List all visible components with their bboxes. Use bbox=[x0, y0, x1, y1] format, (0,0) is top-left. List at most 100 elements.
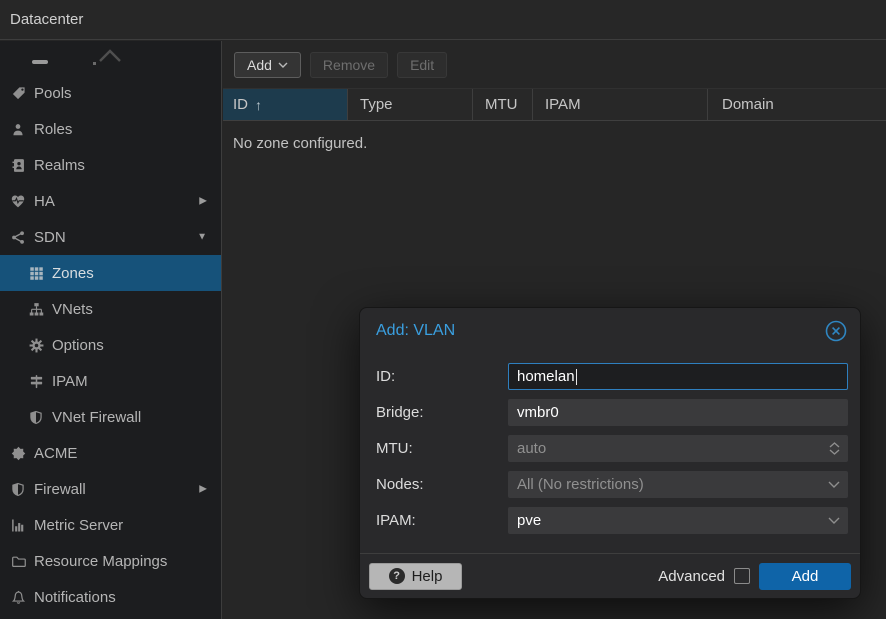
sidebar-item-label: VNets bbox=[52, 301, 93, 318]
question-circle-icon: ? bbox=[389, 568, 405, 584]
sidebar-item-resource-mappings[interactable]: Resource Mappings bbox=[0, 543, 221, 579]
field-row-nodes: Nodes: All (No restrictions) bbox=[376, 471, 848, 498]
page-title: Datacenter bbox=[10, 11, 83, 28]
dialog-header[interactable]: Add: VLAN bbox=[360, 308, 860, 354]
signs-icon bbox=[28, 373, 44, 389]
chevron-down-icon[interactable] bbox=[828, 472, 840, 497]
advanced-label: Advanced bbox=[658, 568, 725, 585]
footer-actions: Advanced Add bbox=[658, 563, 851, 590]
nodes-dropdown[interactable]: All (No restrictions) bbox=[508, 471, 848, 498]
top-bar: Datacenter bbox=[0, 0, 886, 40]
proxmox-datacenter-screen: Datacenter Pools Roles Realms bbox=[0, 0, 886, 619]
mtu-placeholder: auto bbox=[517, 440, 546, 457]
column-header-id[interactable]: ID ↑ bbox=[223, 89, 348, 120]
mtu-label: MTU: bbox=[376, 440, 508, 457]
remove-button-label: Remove bbox=[323, 57, 375, 73]
help-button-label: Help bbox=[412, 568, 443, 585]
column-header-mtu[interactable]: MTU bbox=[473, 89, 533, 120]
sidebar-item-partial[interactable] bbox=[0, 41, 221, 75]
sidebar-item-vnets[interactable]: VNets bbox=[0, 291, 221, 327]
zones-toolbar: Add Remove Edit bbox=[223, 41, 886, 88]
expand-right-icon[interactable]: ▶ bbox=[199, 484, 207, 495]
add-button-label: Add bbox=[247, 57, 272, 73]
column-label: Domain bbox=[722, 96, 774, 113]
sidebar-item-ha[interactable]: HA ▶ bbox=[0, 183, 221, 219]
sidebar-item-label: Realms bbox=[34, 157, 85, 174]
sidebar-item-label: Metric Server bbox=[34, 517, 123, 534]
sidebar-item-label: Firewall bbox=[34, 481, 86, 498]
bridge-input-value: vmbr0 bbox=[517, 404, 559, 421]
tag-icon bbox=[10, 85, 26, 101]
heartbeat-icon bbox=[10, 193, 26, 209]
sidebar-item-label: VNet Firewall bbox=[52, 409, 141, 426]
dialog-add-button[interactable]: Add bbox=[759, 563, 851, 590]
column-header-type[interactable]: Type bbox=[348, 89, 473, 120]
sidebar-item-sdn[interactable]: SDN ▼ bbox=[0, 219, 221, 255]
sidebar-item-label: ACME bbox=[34, 445, 77, 462]
sidebar-item-acme[interactable]: ACME bbox=[0, 435, 221, 471]
ipam-label: IPAM: bbox=[376, 512, 508, 529]
close-icon[interactable] bbox=[824, 319, 848, 343]
grid-table-icon bbox=[28, 265, 44, 281]
dialog-footer: ? Help Advanced Add bbox=[360, 553, 860, 598]
sidebar-item-label: Notifications bbox=[34, 589, 116, 606]
add-button[interactable]: Add bbox=[234, 52, 301, 78]
sidebar-item-notifications[interactable]: Notifications bbox=[0, 579, 221, 615]
field-row-ipam: IPAM: pve bbox=[376, 507, 848, 534]
bell-icon bbox=[10, 589, 26, 605]
sidebar-item-label: SDN bbox=[34, 229, 66, 246]
chevron-down-icon[interactable] bbox=[828, 508, 840, 533]
dot-icon bbox=[93, 62, 96, 65]
column-label: ID bbox=[233, 96, 248, 113]
sidebar-item-label: Pools bbox=[34, 85, 72, 102]
edit-button[interactable]: Edit bbox=[397, 52, 447, 78]
dialog-body: ID: homelan Bridge: vmbr0 MTU: auto bbox=[360, 354, 860, 534]
sidebar-item-options[interactable]: Options bbox=[0, 327, 221, 363]
help-button[interactable]: ? Help bbox=[369, 563, 462, 590]
sidebar-item-pools[interactable]: Pools bbox=[0, 75, 221, 111]
certificate-seal-icon bbox=[10, 445, 26, 461]
spinner-up-down-icon[interactable] bbox=[829, 436, 840, 461]
add-vlan-dialog: Add: VLAN ID: homelan Bridge: vmbr0 MTU: bbox=[360, 308, 860, 598]
expand-right-icon[interactable]: ▶ bbox=[199, 196, 207, 207]
sidebar-item-label: Zones bbox=[52, 265, 94, 282]
expand-down-icon[interactable]: ▼ bbox=[197, 232, 207, 243]
ipam-dropdown[interactable]: pve bbox=[508, 507, 848, 534]
field-row-bridge: Bridge: vmbr0 bbox=[376, 399, 848, 426]
dialog-title: Add: VLAN bbox=[376, 322, 455, 340]
column-label: IPAM bbox=[545, 96, 581, 113]
sidebar-item-realms[interactable]: Realms bbox=[0, 147, 221, 183]
nodes-placeholder: All (No restrictions) bbox=[517, 476, 644, 493]
dash-icon bbox=[32, 60, 48, 64]
advanced-checkbox[interactable] bbox=[734, 568, 750, 584]
column-header-ipam[interactable]: IPAM bbox=[533, 89, 708, 120]
bridge-input[interactable]: vmbr0 bbox=[508, 399, 848, 426]
remove-button[interactable]: Remove bbox=[310, 52, 388, 78]
column-label: MTU bbox=[485, 96, 518, 113]
field-row-mtu: MTU: auto bbox=[376, 435, 848, 462]
sidebar-item-metric-server[interactable]: Metric Server bbox=[0, 507, 221, 543]
id-input-value: homelan bbox=[517, 368, 575, 385]
edit-button-label: Edit bbox=[410, 57, 434, 73]
sidebar-item-label: Options bbox=[52, 337, 104, 354]
mtu-spinner[interactable]: auto bbox=[508, 435, 848, 462]
field-row-id: ID: homelan bbox=[376, 363, 848, 390]
empty-table-message: No zone configured. bbox=[223, 121, 886, 152]
sidebar-item-firewall[interactable]: Firewall ▶ bbox=[0, 471, 221, 507]
sidebar-item-roles[interactable]: Roles bbox=[0, 111, 221, 147]
zones-table-header: ID ↑ Type MTU IPAM Domain bbox=[223, 88, 886, 121]
column-label: Type bbox=[360, 96, 393, 113]
sidebar-nav: Pools Roles Realms HA ▶ SDN bbox=[0, 41, 222, 619]
nodes-label: Nodes: bbox=[376, 476, 508, 493]
text-cursor bbox=[576, 369, 577, 385]
chevron-down-icon bbox=[278, 62, 288, 68]
id-input[interactable]: homelan bbox=[508, 363, 848, 390]
sdn-nodes-icon bbox=[10, 229, 26, 245]
sidebar-item-zones[interactable]: Zones bbox=[0, 255, 221, 291]
column-header-domain[interactable]: Domain bbox=[708, 89, 886, 120]
sidebar-item-vnet-firewall[interactable]: VNet Firewall bbox=[0, 399, 221, 435]
sidebar-item-label: HA bbox=[34, 193, 55, 210]
ipam-value: pve bbox=[517, 512, 541, 529]
folder-icon bbox=[10, 553, 26, 569]
sidebar-item-ipam[interactable]: IPAM bbox=[0, 363, 221, 399]
